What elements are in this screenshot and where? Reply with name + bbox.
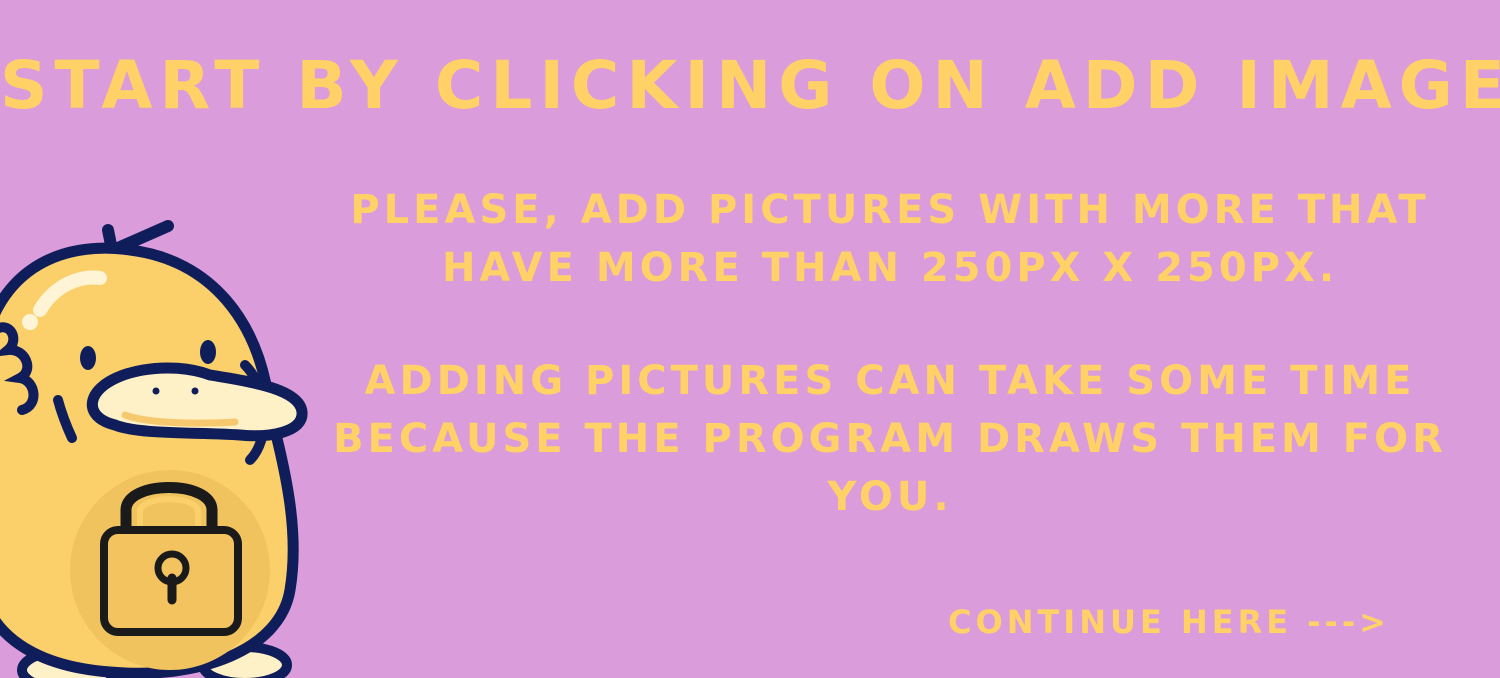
processing-time-text: Adding pictures can take some time becau… bbox=[333, 358, 1447, 520]
size-requirement-text: Please, add pictures with more that have… bbox=[350, 187, 1430, 291]
onboarding-screen: Start by clicking on add image Please, a… bbox=[0, 0, 1500, 678]
page-title: Start by clicking on add image bbox=[0, 47, 1500, 124]
continue-link[interactable]: Continue here ---> bbox=[948, 603, 1390, 641]
duck-mascot-icon bbox=[0, 220, 308, 678]
